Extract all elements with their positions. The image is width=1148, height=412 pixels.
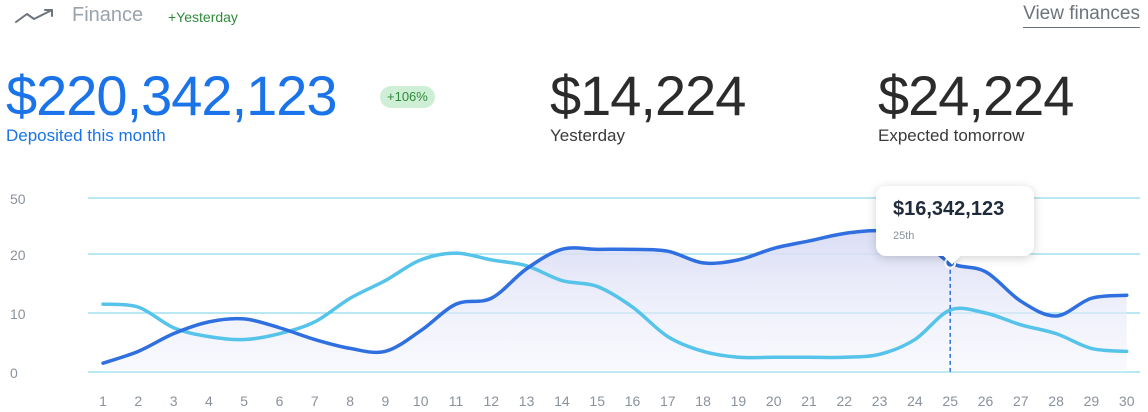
x-tick-label: 21 bbox=[801, 393, 817, 409]
view-finances-link[interactable]: View finances bbox=[1023, 3, 1140, 28]
x-tick-label: 5 bbox=[240, 393, 248, 409]
stat-yesterday: $14,224 Yesterday bbox=[550, 64, 746, 146]
x-tick-label: 9 bbox=[382, 393, 390, 409]
x-tick-label: 17 bbox=[660, 393, 676, 409]
x-tick-label: 28 bbox=[1048, 393, 1064, 409]
y-tick-label: 20 bbox=[10, 247, 26, 263]
x-tick-label: 25 bbox=[942, 393, 958, 409]
deposited-label: Deposited this month bbox=[6, 126, 166, 145]
x-tick-label: 20 bbox=[766, 393, 782, 409]
x-tick-label: 18 bbox=[695, 393, 711, 409]
trending-up-icon bbox=[15, 9, 53, 23]
x-tick-label: 14 bbox=[554, 393, 570, 409]
stat-tomorrow: $24,224 Expected tomorrow bbox=[878, 64, 1074, 146]
x-tick-label: 29 bbox=[1084, 393, 1100, 409]
x-tick-label: 24 bbox=[907, 393, 923, 409]
x-tick-label: 19 bbox=[731, 393, 747, 409]
chart-tooltip: $16,342,123 25th bbox=[876, 186, 1034, 265]
x-tick-label: 2 bbox=[134, 393, 142, 409]
header: Finance +Yesterday View finances bbox=[0, 0, 1148, 34]
x-tick-label: 16 bbox=[625, 393, 641, 409]
tooltip-date: 25th bbox=[893, 230, 915, 242]
y-tick-label: 10 bbox=[10, 306, 26, 322]
x-tick-label: 15 bbox=[589, 393, 605, 409]
x-tick-label: 3 bbox=[170, 393, 178, 409]
x-tick-label: 11 bbox=[449, 393, 464, 409]
y-tick-label: 0 bbox=[10, 365, 18, 381]
stat-deposited: $220,342,123 Deposited this month bbox=[6, 64, 338, 146]
x-tick-label: 13 bbox=[519, 393, 535, 409]
yesterday-label: Yesterday bbox=[550, 126, 625, 145]
x-tick-label: 22 bbox=[837, 393, 853, 409]
widget-title: Finance bbox=[72, 4, 144, 26]
deposited-value: $220,342,123 bbox=[6, 64, 338, 127]
delta-label: +Yesterday bbox=[168, 9, 238, 25]
x-tick-label: 4 bbox=[205, 393, 213, 409]
x-tick-label: 10 bbox=[413, 393, 429, 409]
x-tick-label: 12 bbox=[484, 393, 500, 409]
growth-badge: +106% bbox=[380, 86, 435, 108]
tomorrow-label: Expected tomorrow bbox=[878, 126, 1025, 145]
yesterday-value: $14,224 bbox=[550, 64, 746, 127]
tomorrow-value: $24,224 bbox=[878, 64, 1074, 127]
x-tick-label: 7 bbox=[311, 393, 319, 409]
x-tick-label: 30 bbox=[1119, 393, 1135, 409]
x-tick-label: 27 bbox=[1013, 393, 1029, 409]
tooltip-value: $16,342,123 bbox=[893, 198, 1005, 220]
x-tick-label: 26 bbox=[978, 393, 994, 409]
finance-widget: Finance +Yesterday View finances $220,34… bbox=[0, 0, 1148, 412]
x-tick-label: 6 bbox=[276, 393, 284, 409]
x-tick-label: 8 bbox=[346, 393, 354, 409]
x-tick-label: 23 bbox=[872, 393, 888, 409]
x-tick-label: 1 bbox=[99, 393, 107, 409]
y-tick-label: 50 bbox=[10, 191, 26, 207]
